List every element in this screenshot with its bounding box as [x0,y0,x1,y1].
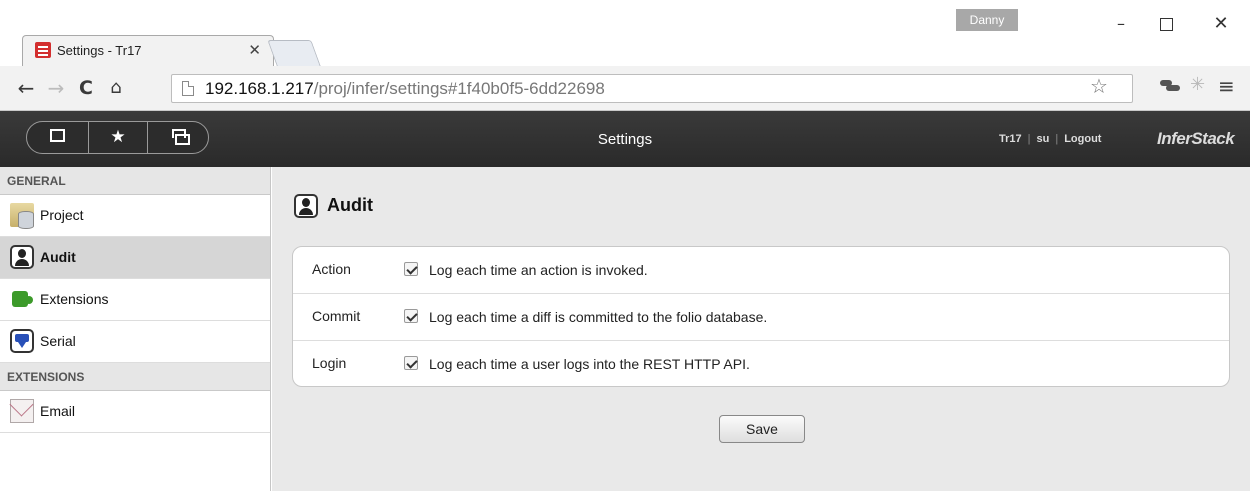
forward-button[interactable]: → [44,75,68,101]
sidebar-item-extensions[interactable]: Extensions [0,279,270,321]
section-title: Audit [327,195,373,215]
extensions-icon [10,287,34,311]
sidebar-item-label: Project [40,207,84,223]
reload-button[interactable]: C [74,75,98,101]
setting-description[interactable]: Log each time an action is invoked. [429,262,648,278]
browser-titlebar: Settings - Tr17 ✕ Danny – ✕ [0,0,1250,66]
home-button[interactable]: ⌂ [104,75,128,101]
project-link[interactable]: Tr17 [999,133,1022,145]
header-links: Tr17 | su | Logout [999,133,1102,145]
email-icon [10,399,34,423]
sidebar: GENERAL Project Audit Extensions Serial … [0,167,271,491]
user-link[interactable]: su [1037,133,1050,145]
setting-name: Login [312,355,347,371]
sidebar-item-label: Serial [40,333,76,349]
url-path: /proj/infer/settings#1f40b0f5-6dd22698 [313,79,605,98]
serial-icon [10,329,34,353]
minimize-button[interactable]: – [1098,9,1144,39]
sidebar-item-label: Audit [40,249,76,265]
login-checkbox[interactable] [404,356,418,370]
audit-icon [294,194,318,218]
sidebar-section-general: GENERAL [0,167,270,195]
app-header: ★ Settings Tr17 | su | Logout InferStack [0,111,1250,167]
setting-name: Commit [312,308,361,324]
address-bar[interactable]: 192.168.1.217/proj/infer/settings#1f40b0… [171,74,1133,103]
action-checkbox[interactable] [404,262,418,276]
sidebar-item-project[interactable]: Project [0,195,270,237]
profile-badge[interactable]: Danny [956,9,1018,31]
setting-row-action: Action Log each time an action is invoke… [293,247,1229,294]
sidebar-section-extensions: EXTENSIONS [0,363,270,391]
back-button[interactable]: ← [14,75,38,101]
sidebar-item-label: Extensions [40,291,109,307]
bookmark-star-icon[interactable]: ☆ [1090,74,1108,98]
project-icon [10,203,34,229]
sidebar-item-label: Email [40,403,76,419]
main-content: Audit Action Log each time an action is … [272,167,1250,491]
tab-title: Settings - Tr17 [57,43,142,58]
url-text[interactable]: 192.168.1.217/proj/infer/settings#1f40b0… [205,79,605,99]
setting-name: Action [312,261,351,277]
page-icon [182,81,194,96]
save-button[interactable]: Save [719,415,805,443]
setting-row-commit: Commit Log each time a diff is committed… [293,294,1229,341]
close-window-button[interactable]: ✕ [1198,9,1244,39]
browser-toolbar: ← → C ⌂ 192.168.1.217/proj/infer/setting… [0,66,1250,111]
tab-favicon-icon [35,42,51,58]
tab-close-icon[interactable]: ✕ [248,41,261,59]
brand-logo: InferStack [1157,129,1235,148]
sidebar-item-email[interactable]: Email [0,391,270,433]
logout-link[interactable]: Logout [1064,133,1101,145]
sidebar-item-audit[interactable]: Audit [0,237,270,279]
audit-settings-panel: Action Log each time an action is invoke… [292,246,1230,387]
setting-description[interactable]: Log each time a user logs into the REST … [429,356,750,372]
audit-icon [10,245,34,269]
extension-icon[interactable] [1160,78,1180,92]
setting-description[interactable]: Log each time a diff is committed to the… [429,309,767,325]
sidebar-item-serial[interactable]: Serial [0,321,270,363]
commit-checkbox[interactable] [404,309,418,323]
url-host: 192.168.1.217 [205,79,314,98]
menu-icon[interactable]: ≡ [1218,74,1235,98]
new-tab-button[interactable] [267,40,321,66]
browser-tab[interactable]: Settings - Tr17 ✕ [22,35,274,66]
maximize-button[interactable] [1143,9,1189,39]
snowflake-icon[interactable]: ✳ [1190,74,1205,95]
setting-row-login: Login Log each time a user logs into the… [293,341,1229,386]
